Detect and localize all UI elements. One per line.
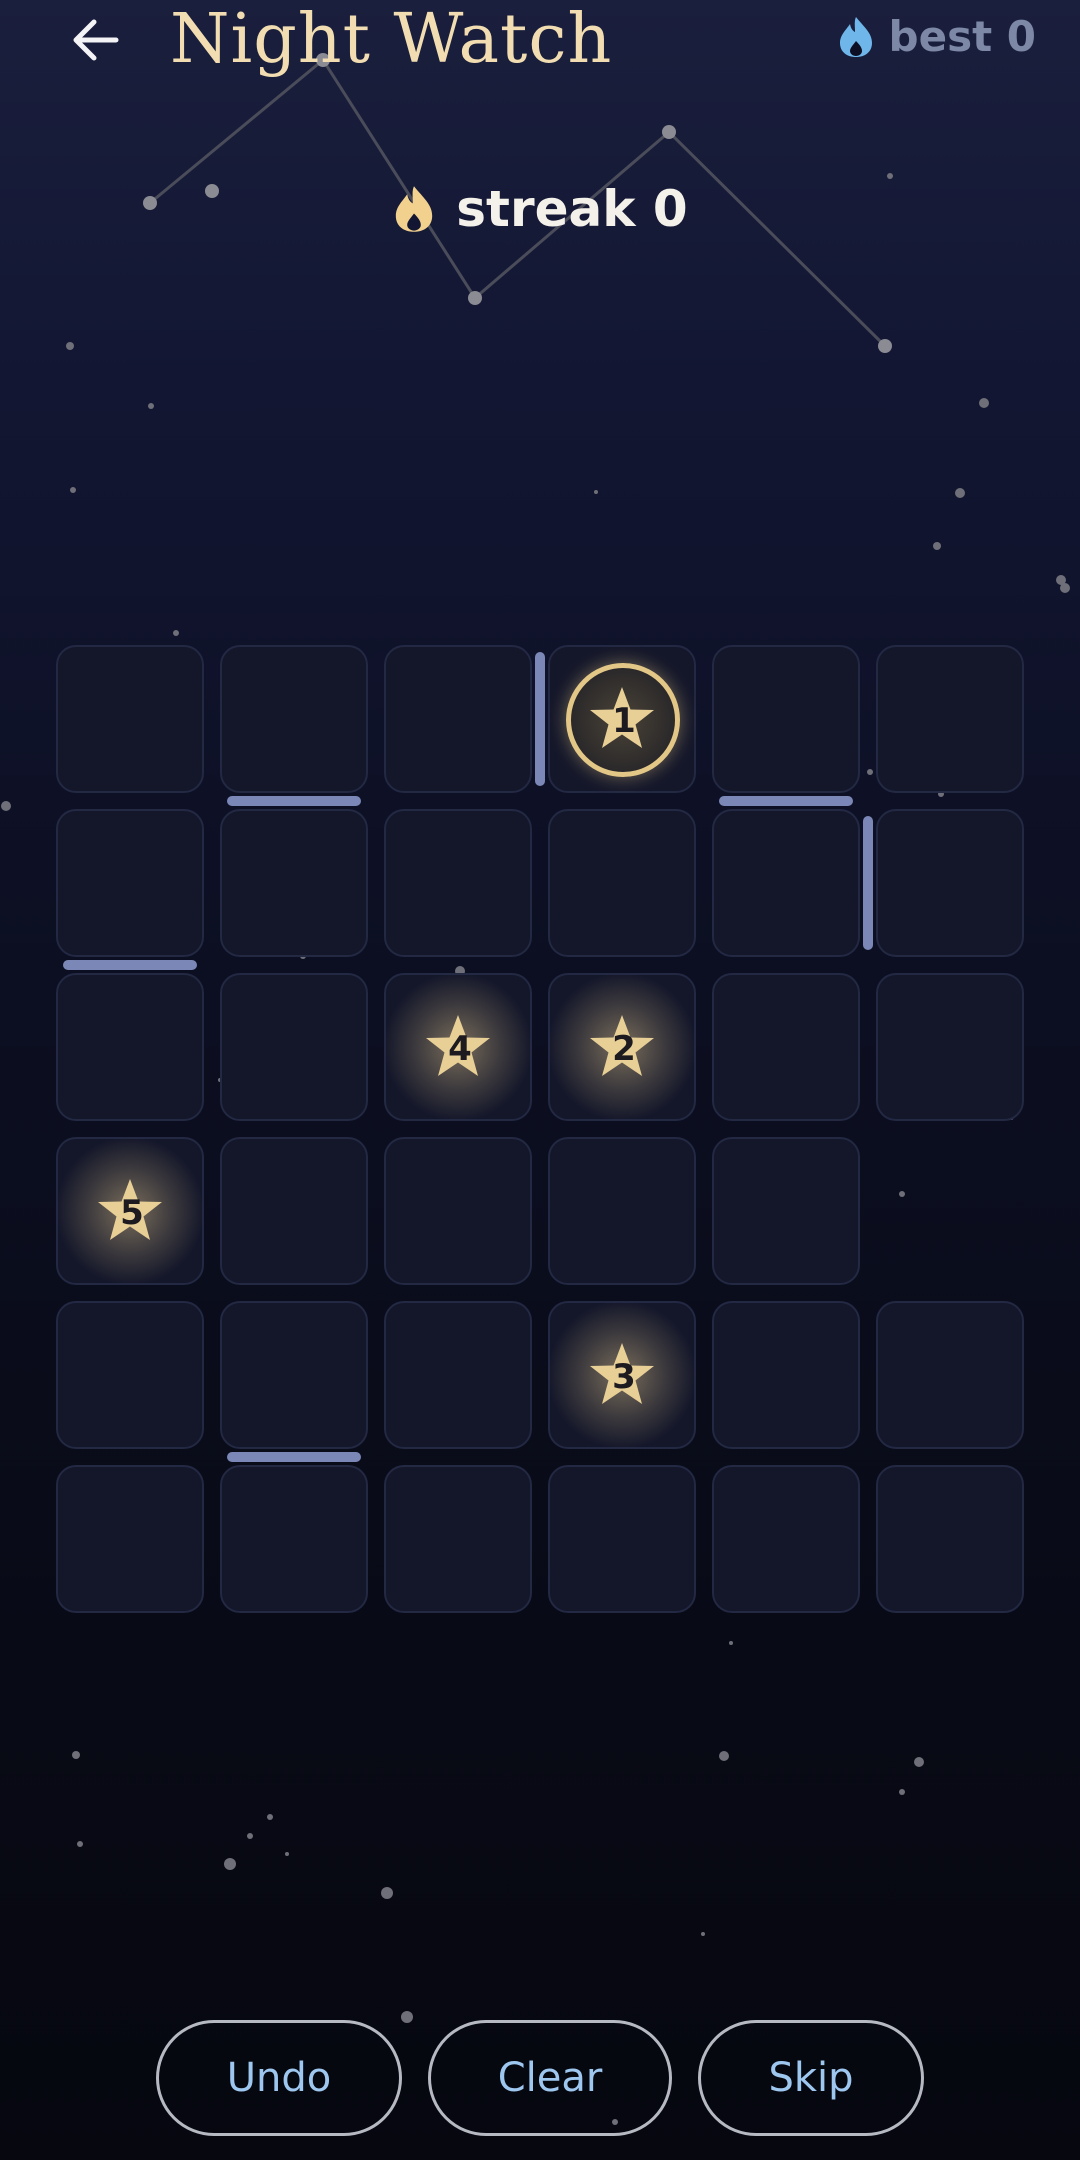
undo-button[interactable]: Undo	[156, 2020, 402, 2136]
skip-button[interactable]: Skip	[698, 2020, 924, 2136]
star-cell[interactable]: 4	[383, 972, 533, 1122]
grid-cell[interactable]	[220, 1137, 368, 1285]
star-number: 3	[612, 1357, 636, 1397]
grid-cell[interactable]	[876, 1465, 1024, 1613]
control-bar: Undo Clear Skip	[0, 2020, 1080, 2140]
grid-cell[interactable]	[876, 809, 1024, 957]
page-title: Night Watch	[170, 0, 613, 79]
grid-cell[interactable]	[548, 809, 696, 957]
wall-segment	[63, 960, 197, 970]
flame-icon	[396, 186, 433, 232]
grid-cell[interactable]	[220, 809, 368, 957]
back-button[interactable]	[64, 8, 128, 72]
wall-segment	[227, 796, 361, 806]
grid-cell[interactable]	[548, 1465, 696, 1613]
grid-cell[interactable]	[56, 1301, 204, 1449]
grid-cell[interactable]	[876, 973, 1024, 1121]
star-number: 4	[448, 1029, 472, 1069]
wall-segment	[863, 816, 873, 950]
game-board: 1 4 2 5 3	[55, 645, 1024, 1613]
grid-cell[interactable]	[548, 1137, 696, 1285]
grid-cell[interactable]	[384, 1465, 532, 1613]
star-cell[interactable]: 5	[55, 1136, 205, 1286]
star-cell[interactable]: 3	[547, 1300, 697, 1450]
grid-cell[interactable]	[56, 1465, 204, 1613]
grid-cell[interactable]	[384, 645, 532, 793]
wall-segment	[535, 652, 545, 786]
grid-cell[interactable]	[56, 809, 204, 957]
grid-cell[interactable]	[876, 645, 1024, 793]
grid-cell[interactable]	[220, 973, 368, 1121]
arrow-left-icon	[73, 19, 119, 61]
best-score: best 0	[837, 12, 1036, 61]
wall-segment	[719, 796, 853, 806]
grid-cell[interactable]	[712, 809, 860, 957]
grid-cell[interactable]	[220, 645, 368, 793]
header-bar: Night Watch best 0	[0, 0, 1080, 90]
star-number: 2	[612, 1029, 636, 1069]
grid-cell[interactable]	[384, 1301, 532, 1449]
grid-cell[interactable]	[220, 1465, 368, 1613]
star-number: 1	[612, 701, 636, 741]
grid-cell[interactable]	[56, 645, 204, 793]
star-cell[interactable]: 2	[547, 972, 697, 1122]
grid-cell[interactable]	[384, 809, 532, 957]
streak-counter: streak 0	[0, 180, 1080, 238]
grid-cell[interactable]	[384, 1137, 532, 1285]
streak-label: streak 0	[456, 180, 688, 238]
grid-cell[interactable]	[712, 645, 860, 793]
wall-segment	[227, 1452, 361, 1462]
grid-cell[interactable]	[56, 973, 204, 1121]
star-cell[interactable]: 1	[548, 645, 696, 793]
grid-cell[interactable]	[712, 973, 860, 1121]
best-score-label: best 0	[888, 12, 1036, 61]
star-number: 5	[120, 1193, 144, 1233]
grid-cell[interactable]	[712, 1465, 860, 1613]
grid-cell[interactable]	[712, 1301, 860, 1449]
grid-cell[interactable]	[220, 1301, 368, 1449]
flame-icon	[839, 16, 872, 57]
grid-cell[interactable]	[712, 1137, 860, 1285]
clear-button[interactable]: Clear	[428, 2020, 672, 2136]
grid-cell[interactable]	[876, 1301, 1024, 1449]
